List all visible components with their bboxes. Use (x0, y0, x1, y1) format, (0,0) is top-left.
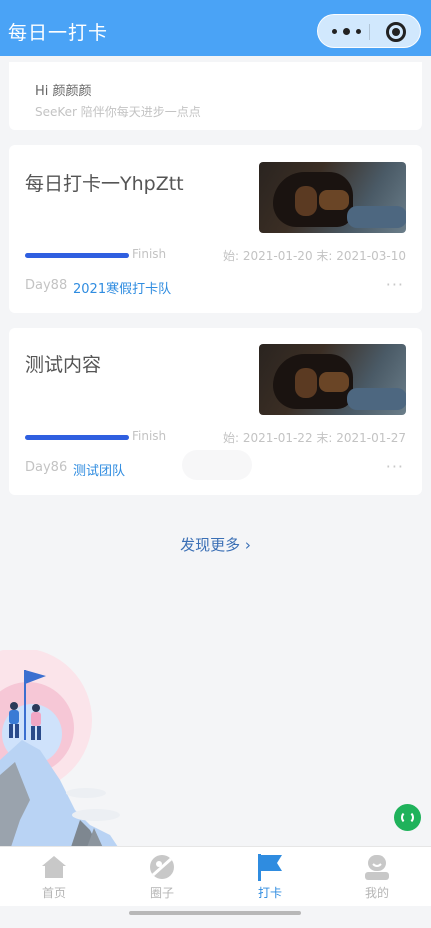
tab-label: 首页 (41, 886, 66, 900)
tab-label: 打卡 (257, 886, 282, 900)
miniprogram-capsule (317, 14, 421, 48)
capsule-divider (369, 24, 370, 40)
task-thumbnail (259, 162, 406, 233)
day-count: Day88 (25, 278, 68, 293)
tab-home[interactable]: 首页 (0, 847, 108, 905)
thumbnail-dog-face (319, 190, 349, 210)
circle-icon (150, 855, 174, 879)
tab-label: 我的 (364, 886, 389, 900)
progress-fill (25, 435, 129, 440)
progress-bar (25, 435, 129, 440)
team-link[interactable]: 测试团队 (73, 460, 125, 479)
profile-icon (365, 855, 389, 880)
progress-fill (25, 253, 129, 258)
finish-label: Finish (132, 429, 167, 443)
tab-bar: 首页 圈子 打卡 我的 (0, 846, 431, 906)
more-options-icon[interactable]: ··· (386, 275, 404, 294)
thumbnail-hand (347, 388, 406, 410)
task-title: 每日打卡一YhpZtt (25, 173, 184, 195)
date-range: 始: 2021-01-22 末: 2021-01-27 (222, 431, 406, 445)
day-count: Day86 (25, 460, 68, 475)
task-thumbnail (259, 344, 406, 415)
home-indicator (129, 911, 301, 915)
task-card[interactable]: 每日打卡一YhpZtt Finish 始: 2021-01-20 末: 2021… (9, 145, 422, 313)
date-range: 始: 2021-01-20 末: 2021-03-10 (222, 249, 406, 263)
greeting-card: Hi 颜颜颜 SeeKer 陪伴你每天进步一点点 (9, 62, 422, 130)
thumbnail-dog-ear (295, 368, 317, 398)
greeting-subtitle: SeeKer 陪伴你每天进步一点点 (35, 105, 201, 119)
thumbnail-dog-face (319, 372, 349, 392)
greeting-text: Hi 颜颜颜 (35, 84, 92, 99)
page-title: 每日一打卡 (8, 22, 109, 44)
tab-profile[interactable]: 我的 (323, 847, 431, 905)
mountain-illustration (0, 650, 120, 850)
progress-bar (25, 253, 129, 258)
tab-checkin[interactable]: 打卡 (216, 847, 324, 905)
thumbnail-dog-ear (295, 186, 317, 216)
home-icon (42, 856, 66, 878)
team-link[interactable]: 2021寒假打卡队 (73, 278, 171, 297)
more-options-icon[interactable]: ··· (386, 457, 404, 476)
refresh-floating-button[interactable] (394, 804, 421, 831)
task-title: 测试内容 (25, 354, 102, 376)
tab-circle[interactable]: 圈子 (108, 847, 216, 905)
more-menu-icon[interactable] (332, 24, 362, 38)
tab-label: 圈子 (149, 886, 174, 900)
close-miniprogram-icon[interactable] (386, 22, 406, 42)
flag-icon (258, 854, 282, 881)
thumbnail-hand (347, 206, 406, 228)
discover-more-link[interactable]: 发现更多 › (0, 534, 431, 555)
loading-placeholder (182, 450, 252, 480)
refresh-icon (401, 811, 414, 824)
finish-label: Finish (132, 247, 167, 261)
nav-bar: 每日一打卡 (0, 0, 431, 56)
